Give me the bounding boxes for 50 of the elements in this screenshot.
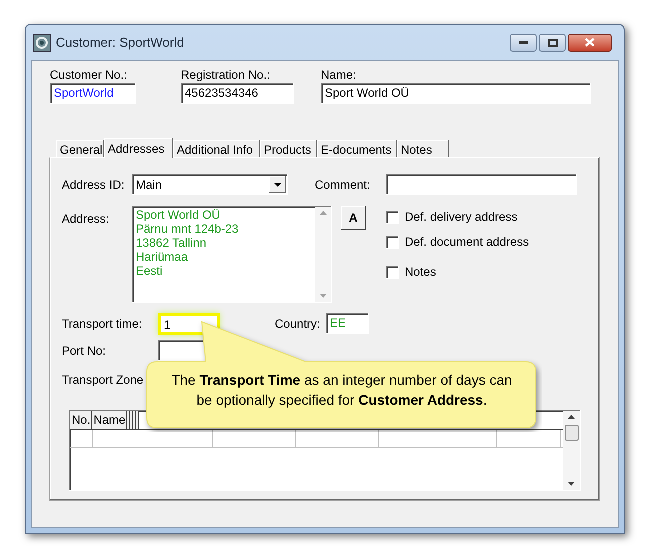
checkbox-label: Def. document address [405, 234, 530, 251]
column-header: No. [70, 411, 92, 429]
field-label: Country: [275, 316, 322, 332]
checkbox-label: Notes [405, 264, 436, 281]
scroll-thumb[interactable] [564, 425, 578, 441]
address-line: 13862 Tallinn [136, 236, 208, 250]
dropdown-value: Main [135, 176, 164, 194]
window-title: Customer: SportWorld [56, 34, 184, 52]
callout-text: The Transport Time as an integer number of days can be optionally specified for Customer Address. [170, 371, 514, 410]
dropdown-arrow-icon [274, 182, 282, 186]
format-button[interactable]: A [341, 206, 366, 230]
maximize-icon [548, 38, 558, 46]
text-field[interactable]: Sport World OÜ [321, 83, 591, 104]
column-header: Name [92, 411, 127, 429]
scroll-up-icon[interactable] [568, 415, 575, 419]
checkbox[interactable] [386, 236, 399, 248]
field-label: Address: [62, 211, 110, 228]
address-line: Pärnu mnt 124b-23 [136, 222, 240, 236]
country-field[interactable]: EE [326, 313, 369, 334]
field-label: Customer No.: [50, 67, 128, 81]
checkbox[interactable] [386, 266, 399, 278]
field-label: Transport time: [62, 316, 144, 332]
address-line: Eesti [136, 264, 164, 278]
field-label: Address ID: [62, 176, 126, 194]
text-field[interactable]: SportWorld [50, 83, 136, 104]
tab[interactable]: Products [260, 140, 317, 157]
field-label: Comment: [315, 176, 372, 194]
minimize-button[interactable] [510, 34, 537, 52]
close-button[interactable] [568, 34, 612, 52]
close-icon [585, 38, 595, 47]
tab[interactable]: General [56, 140, 104, 157]
scroll-down-icon[interactable] [568, 482, 575, 486]
checkbox-label: Def. delivery address [405, 209, 518, 226]
address-id-dropdown[interactable]: Main [132, 174, 288, 195]
field-label: Port No: [62, 342, 108, 360]
checkbox[interactable] [386, 210, 399, 224]
field-label: Transport Zone [62, 372, 145, 388]
tab[interactable]: E-documents [317, 140, 397, 157]
text-field[interactable]: 45623534346 [181, 83, 294, 104]
minimize-icon [519, 41, 528, 44]
tab[interactable]: Addresses [104, 138, 173, 158]
address-line: Sport World OÜ [136, 208, 222, 222]
app-icon [33, 34, 51, 52]
tab[interactable]: Notes [397, 140, 449, 157]
field-label: Registration No.: [181, 67, 272, 81]
comment-field[interactable] [386, 174, 577, 195]
tab[interactable]: Additional Info [173, 140, 260, 157]
address-line: Hariümaa [136, 250, 190, 264]
field-label: Name: [321, 67, 358, 81]
maximize-button[interactable] [539, 34, 566, 52]
